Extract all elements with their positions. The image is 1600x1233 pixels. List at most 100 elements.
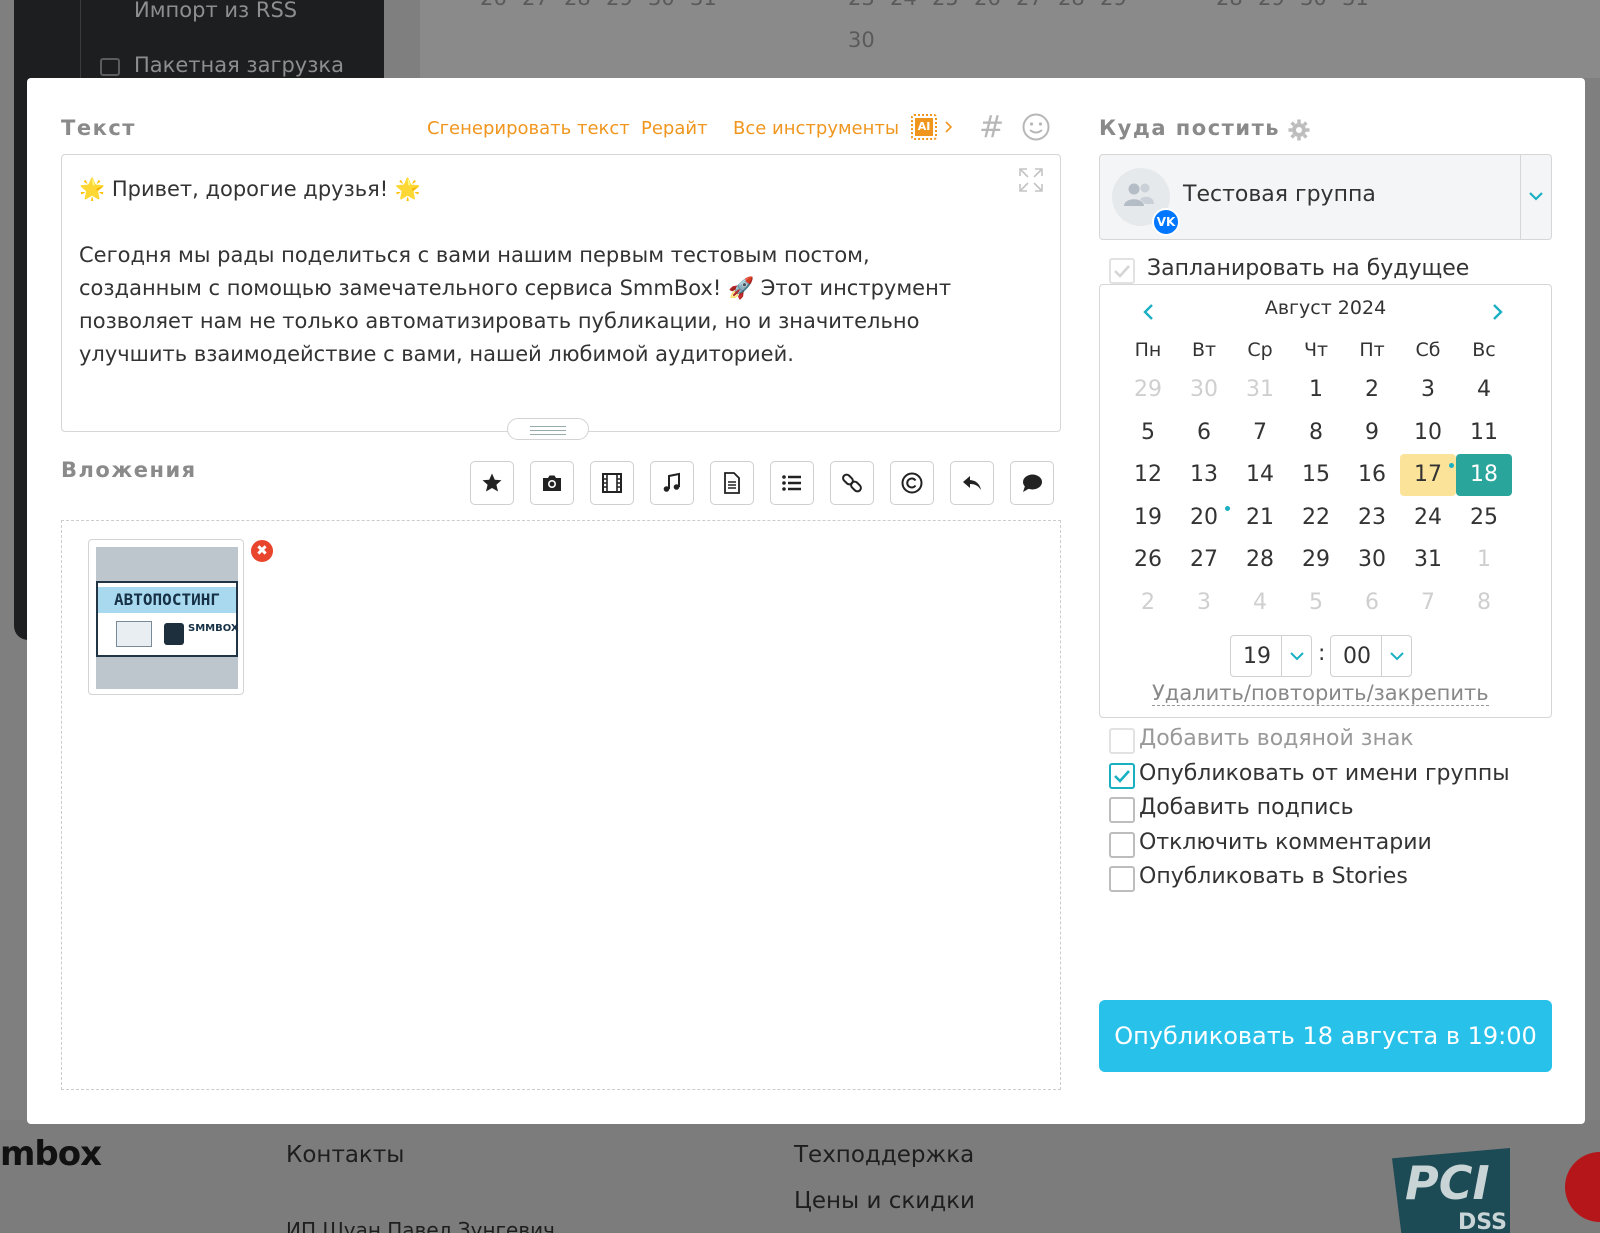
- sidebar-item-batch-upload: Пакетная загрузка: [134, 53, 344, 77]
- repeat-options-link[interactable]: Удалить/повторить/закрепить: [1152, 681, 1489, 706]
- generate-text-link[interactable]: Сгенерировать текст: [427, 118, 630, 139]
- option-checkbox[interactable]: [1109, 797, 1135, 823]
- calendar-day[interactable]: 29: [1288, 539, 1344, 581]
- calendar-day[interactable]: 23: [1344, 497, 1400, 539]
- footer-logo: mbox: [0, 1134, 102, 1174]
- bg-day: 29: [1258, 0, 1285, 10]
- bg-day: 28: [564, 0, 591, 10]
- calendar-day[interactable]: 25: [1456, 497, 1512, 539]
- calendar-day[interactable]: 28: [1232, 539, 1288, 581]
- weekday-header: Ср: [1247, 339, 1273, 361]
- copy-icon: [100, 58, 120, 76]
- calendar-day[interactable]: 27: [1176, 539, 1232, 581]
- hashtag-button[interactable]: #: [979, 110, 1004, 145]
- calendar-day[interactable]: 16: [1344, 454, 1400, 496]
- add-photo-button[interactable]: [530, 461, 574, 505]
- calendar-day[interactable]: 8: [1288, 412, 1344, 454]
- document-icon: [724, 472, 740, 494]
- calendar-day[interactable]: 3: [1400, 369, 1456, 411]
- bg-day: 26: [480, 0, 507, 10]
- calendar-day: 7: [1421, 590, 1435, 615]
- bg-day: 27: [522, 0, 549, 10]
- calendar-day[interactable]: 14: [1232, 454, 1288, 496]
- calendar-day[interactable]: 21: [1232, 497, 1288, 539]
- add-comment-button[interactable]: [1010, 461, 1054, 505]
- add-document-button[interactable]: [710, 461, 754, 505]
- add-copyright-button[interactable]: [890, 461, 934, 505]
- calendar-day[interactable]: 5: [1120, 412, 1176, 454]
- calendar-day[interactable]: 24: [1400, 497, 1456, 539]
- calendar-day[interactable]: 15: [1288, 454, 1344, 496]
- calendar-day[interactable]: 12: [1120, 454, 1176, 496]
- emoji-icon[interactable]: [1021, 112, 1051, 142]
- option-checkbox[interactable]: [1109, 866, 1135, 892]
- all-tools-link[interactable]: Все инструменты: [733, 118, 899, 139]
- chat-widget-button[interactable]: [1565, 1152, 1600, 1222]
- hour-select[interactable]: 19: [1230, 635, 1312, 677]
- add-link-button[interactable]: [830, 461, 874, 505]
- group-icon: [1124, 183, 1154, 206]
- option-label: Отключить комментарии: [1139, 829, 1432, 855]
- time-separator: :: [1318, 641, 1326, 666]
- repost-button[interactable]: [950, 461, 994, 505]
- minute-dropdown[interactable]: [1381, 636, 1411, 676]
- attachment-thumbnail[interactable]: АВТОПОСТИНГ SMMBOX: [88, 539, 244, 695]
- calendar-day[interactable]: 11: [1456, 412, 1512, 454]
- gear-icon[interactable]: [1287, 118, 1311, 142]
- attachments-dropzone[interactable]: АВТОПОСТИНГ SMMBOX: [61, 520, 1061, 1090]
- weekday-header: Пт: [1359, 339, 1385, 361]
- publish-button[interactable]: Опубликовать 18 августа в 19:00: [1099, 1000, 1552, 1072]
- calendar-day[interactable]: 2: [1344, 369, 1400, 411]
- calendar-day[interactable]: 1: [1288, 369, 1344, 411]
- background-footer: mbox Контакты ИП Шуан Павел Зунгевич Тех…: [0, 1120, 1600, 1233]
- editor-resize-handle[interactable]: [507, 418, 589, 440]
- bg-day: 25: [932, 0, 959, 10]
- calendar-day[interactable]: 6: [1176, 412, 1232, 454]
- calendar-day: 8: [1477, 590, 1491, 615]
- post-modal: Текст Сгенерировать текст Рерайт Все инс…: [27, 78, 1585, 1124]
- calendar-day[interactable]: 30: [1344, 539, 1400, 581]
- text-line: улучшить взаимодействие с вами, нашей лю…: [79, 342, 794, 366]
- minute-select[interactable]: 00: [1330, 635, 1412, 677]
- bg-day: 30: [848, 28, 875, 52]
- calendar-day: 6: [1365, 590, 1379, 615]
- expand-icon[interactable]: [1018, 167, 1044, 193]
- post-text-editor[interactable]: 🌟 Привет, дорогие друзья! 🌟 Сегодня мы р…: [61, 154, 1061, 432]
- text-line: созданным с помощью замечательного серви…: [79, 276, 952, 300]
- vk-icon: VK: [1152, 208, 1180, 236]
- schedule-checkbox[interactable]: [1109, 258, 1135, 284]
- calendar-day: 29: [1134, 377, 1162, 402]
- favorites-button[interactable]: [470, 461, 514, 505]
- attachment-banner: АВТОПОСТИНГ SMMBOX: [96, 581, 239, 657]
- camera-icon: [543, 475, 561, 491]
- option-checkbox[interactable]: [1109, 762, 1135, 789]
- select-divider: [1520, 155, 1521, 239]
- calendar-day[interactable]: 26: [1120, 539, 1176, 581]
- rewrite-link[interactable]: Рерайт: [641, 118, 708, 139]
- calendar-day[interactable]: 31: [1400, 539, 1456, 581]
- add-poll-button[interactable]: [770, 461, 814, 505]
- add-audio-button[interactable]: [650, 461, 694, 505]
- calendar-day[interactable]: 9: [1344, 412, 1400, 454]
- calendar-day[interactable]: 19: [1120, 497, 1176, 539]
- calendar-day[interactable]: 22: [1288, 497, 1344, 539]
- bg-day: 30: [1300, 0, 1327, 10]
- calendar-day[interactable]: 7: [1232, 412, 1288, 454]
- weekday-header: Сб: [1415, 339, 1441, 361]
- option-checkbox[interactable]: [1109, 728, 1135, 754]
- ai-tools-button[interactable]: AI: [907, 110, 961, 146]
- hour-dropdown[interactable]: [1281, 636, 1311, 676]
- calendar-day[interactable]: 4: [1456, 369, 1512, 411]
- calendar-day[interactable]: 17: [1400, 454, 1456, 497]
- remove-attachment-button[interactable]: ✖: [249, 538, 275, 564]
- add-video-button[interactable]: [590, 461, 634, 505]
- next-month-button[interactable]: [1484, 299, 1510, 325]
- account-select[interactable]: VK Тестовая группа: [1099, 154, 1552, 240]
- calendar-day[interactable]: 13: [1176, 454, 1232, 496]
- attachment-brand: SMMBOX: [188, 623, 239, 634]
- calendar-day[interactable]: 10: [1400, 412, 1456, 454]
- calendar-day[interactable]: 18: [1456, 454, 1512, 497]
- footer-prices: Цены и скидки: [794, 1188, 976, 1214]
- option-checkbox[interactable]: [1109, 831, 1135, 858]
- calendar-day[interactable]: 20: [1176, 497, 1232, 539]
